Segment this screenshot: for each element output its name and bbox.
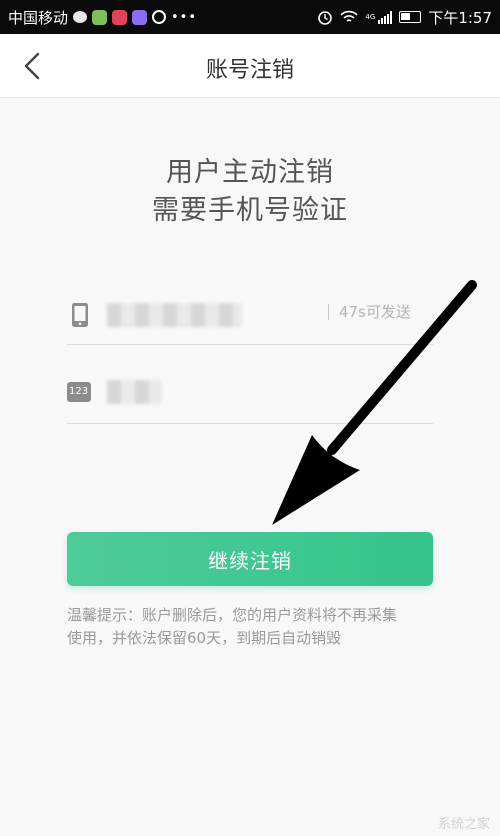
wifi-icon bbox=[340, 10, 359, 22]
app-icon-red bbox=[112, 9, 128, 25]
nav-bar: 账号注销 bbox=[0, 34, 500, 98]
phone-icon bbox=[72, 303, 88, 327]
page-title: 账号注销 bbox=[205, 58, 294, 83]
signal-icon bbox=[378, 10, 393, 24]
heading-line-2: 需要手机号验证 bbox=[152, 195, 348, 226]
status-time: 下午1:57 bbox=[428, 8, 492, 27]
code-icon-label: 123 bbox=[69, 386, 89, 397]
continue-deactivate-button[interactable]: 继续注销 bbox=[67, 532, 433, 586]
warning-tip: 温馨提示：账户删除后，您的用户资料将不再采集 使用，并依法保留60天，到期后自动… bbox=[67, 604, 437, 650]
annotation-arrow bbox=[272, 280, 477, 525]
app-icon-green bbox=[92, 9, 108, 25]
tip-line-1: 温馨提示：账户删除后，您的用户资料将不再采集 bbox=[67, 606, 398, 624]
status-bar: 中国移动 ••• 4G 下午1:57 bbox=[0, 0, 500, 34]
more-notifications-icon: ••• bbox=[171, 9, 198, 25]
battery-icon bbox=[399, 11, 422, 23]
site-watermark: 系统之家 bbox=[437, 817, 490, 832]
network-type: 4G bbox=[365, 12, 376, 21]
settings-icon bbox=[152, 10, 167, 24]
heading-line-1: 用户主动注销 bbox=[166, 157, 334, 188]
verification-code-masked bbox=[107, 380, 162, 404]
tip-line-2: 使用，并依法保留60天，到期后自动销毁 bbox=[67, 629, 342, 647]
message-icon bbox=[73, 11, 88, 23]
carrier-name: 中国移动 bbox=[8, 8, 69, 27]
app-icon-purple bbox=[132, 9, 148, 25]
alarm-icon bbox=[318, 11, 333, 25]
phone-number-masked bbox=[107, 303, 242, 327]
